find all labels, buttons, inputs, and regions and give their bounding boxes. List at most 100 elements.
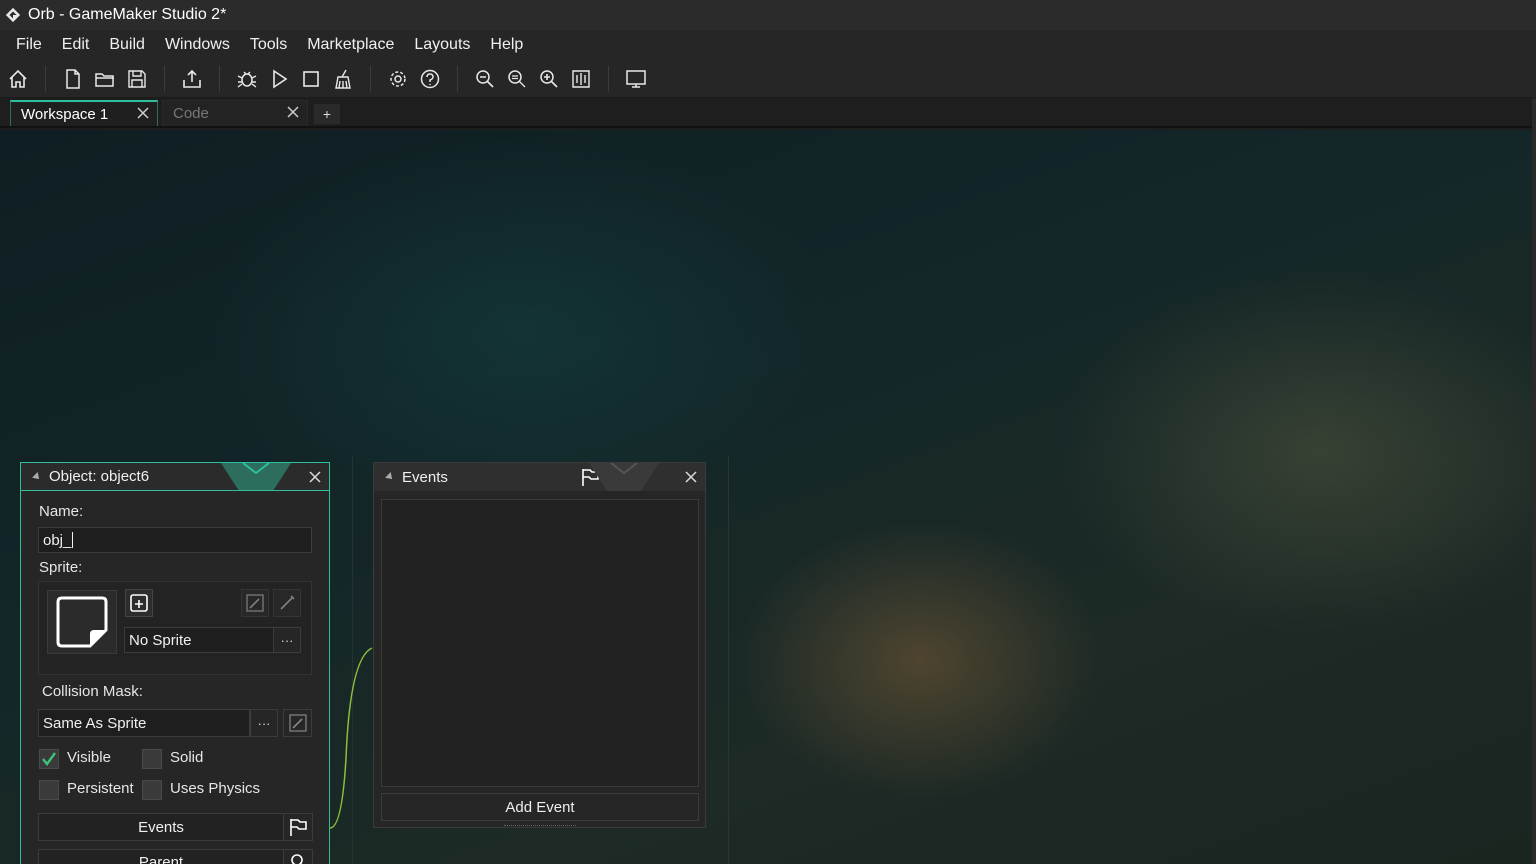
add-event-button[interactable]: Add Event: [381, 793, 699, 821]
new-project-button[interactable]: [58, 64, 88, 94]
tab-code[interactable]: Code: [162, 100, 308, 126]
create-executable-button[interactable]: [177, 64, 207, 94]
header-notch: [589, 463, 659, 491]
save-project-button[interactable]: [122, 64, 152, 94]
stop-button[interactable]: [296, 64, 326, 94]
browse-sprite-button[interactable]: ···: [273, 627, 301, 653]
workspace-scrollbar[interactable]: [1532, 98, 1536, 864]
debug-icon: [237, 71, 257, 88]
sprite-section: No Sprite ···: [38, 581, 312, 675]
solid-checkbox[interactable]: [142, 749, 162, 769]
title-bar: Orb - GameMaker Studio 2*: [0, 0, 1536, 30]
zoom-out-icon: [476, 69, 494, 88]
uses-physics-checkbox[interactable]: [142, 780, 162, 800]
run-button[interactable]: [264, 64, 294, 94]
resize-grip[interactable]: [504, 825, 576, 827]
clean-icon: [335, 69, 351, 89]
events-flag-button[interactable]: [283, 813, 313, 841]
tab-label: Code: [173, 105, 209, 122]
menu-windows[interactable]: Windows: [155, 36, 240, 54]
events-list[interactable]: [381, 499, 699, 787]
events-panel-header[interactable]: Events: [374, 463, 705, 491]
fit-icon: [572, 69, 590, 88]
toolbar-separator: [370, 65, 371, 92]
edit-mask-button[interactable]: [241, 589, 269, 617]
close-icon[interactable]: [683, 469, 699, 485]
menu-layouts[interactable]: Layouts: [404, 36, 480, 54]
close-icon[interactable]: [285, 104, 301, 120]
menu-tools[interactable]: Tools: [240, 36, 297, 54]
target-device-button[interactable]: [621, 64, 651, 94]
visible-checkbox[interactable]: [39, 749, 59, 769]
solid-label: Solid: [170, 749, 204, 766]
toolbar: [0, 60, 1536, 98]
menu-help[interactable]: Help: [480, 36, 533, 54]
game-options-button[interactable]: [383, 64, 413, 94]
toolbar-separator: [457, 65, 458, 92]
add-sprite-icon: [130, 594, 148, 612]
edit-collision-mask-button[interactable]: [283, 709, 312, 737]
fit-workspace-button[interactable]: [566, 64, 596, 94]
new-file-icon: [66, 68, 80, 89]
zoom-out-button[interactable]: [470, 64, 500, 94]
object-panel-header[interactable]: Object: object6: [21, 463, 329, 491]
parent-button[interactable]: Parent: [38, 849, 284, 864]
events-button[interactable]: Events: [38, 813, 284, 841]
home-button[interactable]: [3, 64, 33, 94]
open-project-button[interactable]: [90, 64, 120, 94]
collapse-icon[interactable]: [32, 471, 42, 482]
zoom-in-button[interactable]: [534, 64, 564, 94]
uses-physics-label: Uses Physics: [170, 780, 261, 797]
gamemaker-logo-icon: [4, 6, 22, 24]
collapse-icon[interactable]: [385, 472, 395, 482]
settings-icon: [390, 70, 406, 87]
toolbar-separator: [608, 65, 609, 92]
check-icon: [42, 752, 56, 766]
parent-search-button[interactable]: [283, 849, 313, 864]
debug-button[interactable]: [232, 64, 262, 94]
empty-sprite-icon: [56, 596, 108, 648]
name-label: Name:: [39, 503, 84, 520]
persistent-checkbox[interactable]: [39, 780, 59, 800]
menu-edit[interactable]: Edit: [52, 36, 100, 54]
play-icon: [273, 69, 288, 88]
add-tab-button[interactable]: +: [314, 104, 340, 124]
clean-button[interactable]: [328, 64, 358, 94]
events-panel: Events Add Event: [373, 462, 706, 828]
divider: [728, 456, 729, 864]
monitor-icon: [626, 69, 646, 88]
tab-workspace-1[interactable]: Workspace 1: [10, 100, 158, 126]
workspace-canvas[interactable]: Object: object6 Name: obj_ Sprite: No Sp…: [0, 130, 1532, 864]
tab-label: Workspace 1: [21, 105, 109, 123]
zoom-reset-icon: [508, 69, 526, 87]
close-icon[interactable]: [307, 469, 323, 485]
menu-build[interactable]: Build: [99, 36, 155, 54]
toolbar-separator: [219, 65, 220, 92]
menu-marketplace[interactable]: Marketplace: [297, 36, 404, 54]
menu-file[interactable]: File: [6, 36, 52, 54]
open-folder-icon: [95, 72, 114, 87]
edit-sprite-button[interactable]: [273, 589, 301, 617]
flag-icon: [290, 819, 307, 836]
object-editor-panel: Object: object6 Name: obj_ Sprite: No Sp…: [20, 462, 330, 864]
header-notch: [221, 463, 291, 491]
workspace-tabstrip: Workspace 1 Code +: [0, 98, 1536, 128]
menu-bar: File Edit Build Windows Tools Marketplac…: [0, 30, 1536, 60]
sprite-preview[interactable]: [47, 590, 117, 654]
collision-mask-select[interactable]: Same As Sprite: [38, 709, 250, 737]
help-button[interactable]: [415, 64, 445, 94]
window-title: Orb - GameMaker Studio 2*: [28, 6, 227, 23]
name-input[interactable]: obj_: [38, 527, 312, 553]
mask-edit-icon: [288, 714, 307, 732]
close-icon[interactable]: [135, 105, 151, 121]
toolbar-separator: [45, 65, 46, 92]
search-icon: [291, 854, 303, 864]
stop-icon: [303, 70, 319, 87]
brush-icon: [280, 595, 295, 610]
new-sprite-button[interactable]: [125, 589, 153, 617]
visible-label: Visible: [67, 749, 111, 766]
browse-mask-button[interactable]: ···: [250, 709, 278, 737]
zoom-reset-button[interactable]: [502, 64, 532, 94]
sprite-select[interactable]: No Sprite: [124, 627, 274, 653]
mask-edit-icon: [246, 594, 264, 612]
